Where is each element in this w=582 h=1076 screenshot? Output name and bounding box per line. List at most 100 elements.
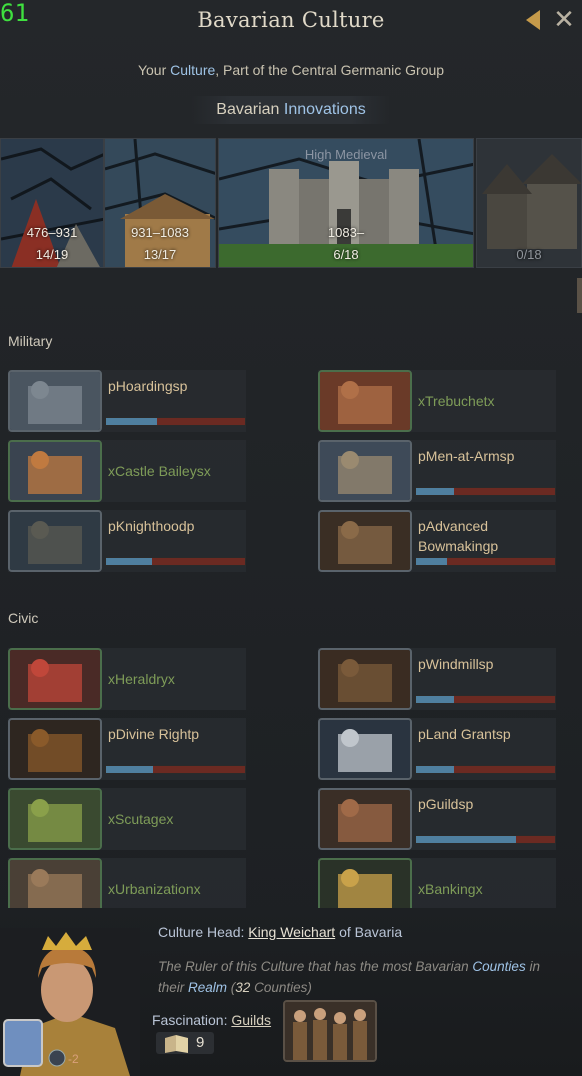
culture-subtitle: Your Culture, Part of the Central German… bbox=[0, 62, 582, 78]
subtitle-prefix: Your bbox=[137, 62, 171, 78]
fascination-line: Fascination: Guilds bbox=[152, 1012, 271, 1028]
innovation-card[interactable]: pAdvanced Bowmakingp bbox=[318, 510, 556, 572]
era-early-medieval-count: 13/17 bbox=[143, 247, 177, 262]
innovations-heading-culture: Bavarian bbox=[216, 101, 284, 118]
innovation-name: pKnighthoodp bbox=[108, 518, 195, 534]
innovation-card[interactable]: pWindmillsp bbox=[318, 648, 556, 710]
era-early-medieval[interactable]: 931–1083 13/17 bbox=[104, 138, 216, 268]
innovation-card[interactable]: xTrebuchetx bbox=[318, 370, 556, 432]
innovation-progress-fill bbox=[106, 418, 158, 425]
innovation-icon bbox=[8, 648, 102, 710]
era-tribal-count: 14/19 bbox=[35, 247, 69, 262]
innovation-progress-fill bbox=[106, 558, 152, 565]
innovation-name: xScutagex bbox=[108, 811, 174, 827]
innovation-card[interactable]: pHoardingsp bbox=[8, 370, 246, 432]
era-tribal[interactable]: 476–931 14/19 bbox=[0, 138, 104, 268]
innovation-progress-bar bbox=[415, 487, 556, 496]
innovation-progress-fill bbox=[416, 836, 517, 843]
innovation-progress-bar bbox=[415, 835, 556, 844]
culture-head-description: The Ruler of this Culture that has the m… bbox=[158, 956, 558, 998]
innovation-progress-bar bbox=[105, 417, 246, 426]
desc-part-4: Counties) bbox=[250, 980, 312, 995]
innovation-card[interactable]: xHeraldryx bbox=[8, 648, 246, 710]
innovation-progress-fill bbox=[106, 766, 154, 773]
innovation-name: xHeraldryx bbox=[108, 671, 175, 687]
innovation-card[interactable]: pKnighthoodp bbox=[8, 510, 246, 572]
innovation-progress-bar bbox=[415, 695, 556, 704]
desc-part-1: The Ruler of this Culture that has the m… bbox=[158, 959, 473, 974]
culture-head-label: Culture Head: bbox=[158, 924, 249, 940]
innovations-heading: Bavarian Innovations bbox=[192, 96, 390, 124]
innovation-icon bbox=[8, 440, 102, 502]
culture-link[interactable]: Culture bbox=[170, 62, 215, 78]
innovation-card[interactable]: pDivine Rightp bbox=[8, 718, 246, 780]
innovation-icon bbox=[8, 718, 102, 780]
era-high-medieval-count: 6/18 bbox=[333, 247, 359, 262]
innovations-link[interactable]: Innovations bbox=[284, 101, 366, 118]
desc-counties-link[interactable]: Counties bbox=[472, 959, 525, 974]
era-late-medieval-count: 0/18 bbox=[516, 247, 542, 262]
desc-realm-link[interactable]: Realm bbox=[188, 980, 227, 995]
era-early-medieval-range: 931–1083 bbox=[131, 225, 189, 240]
innovation-icon bbox=[318, 370, 412, 432]
panel-title: Bavarian Culture bbox=[197, 8, 385, 32]
innovation-name: xBankingx bbox=[418, 881, 483, 897]
back-arrow-icon[interactable] bbox=[526, 10, 540, 30]
scrollbar-thumb[interactable] bbox=[577, 278, 582, 313]
culture-panel: 61 Bavarian Culture ✕ Your Culture, Part… bbox=[0, 0, 582, 1076]
era-tribal-range: 476–931 bbox=[26, 225, 78, 240]
innovation-progress-bar bbox=[105, 765, 246, 774]
innovation-progress-bar bbox=[105, 557, 246, 566]
era-strip: 476–931 14/19 931–1083 13/17 High Mediev… bbox=[0, 138, 582, 272]
subtitle-suffix: , Part of the Central Germanic Group bbox=[215, 62, 445, 78]
fascination-label: Fascination: bbox=[152, 1012, 232, 1028]
innovation-progress-fill bbox=[416, 558, 447, 565]
close-icon[interactable]: ✕ bbox=[550, 6, 578, 34]
innovation-name: xUrbanizationx bbox=[108, 881, 201, 897]
innovation-icon bbox=[8, 788, 102, 850]
innovation-card[interactable]: xScutagex bbox=[8, 788, 246, 850]
innovation-card[interactable]: pLand Grantsp bbox=[318, 718, 556, 780]
innovation-card[interactable]: pGuildsp bbox=[318, 788, 556, 850]
innovation-name: xTrebuchetx bbox=[418, 393, 495, 409]
desc-county-count: 32 bbox=[235, 980, 251, 995]
learning-cost-value: 9 bbox=[196, 1034, 205, 1051]
innovation-icon bbox=[318, 788, 412, 850]
innovation-icon bbox=[8, 370, 102, 432]
era-high-medieval-range: 1083– bbox=[327, 225, 365, 240]
era-high-medieval[interactable]: High Medieval 1083– 6/18 bbox=[218, 138, 474, 268]
innovation-name: pDivine Rightp bbox=[108, 726, 200, 742]
innovation-icon bbox=[318, 718, 412, 780]
innovation-card[interactable]: xCastle Baileysx bbox=[8, 440, 246, 502]
innovation-name: pHoardingsp bbox=[108, 378, 188, 394]
fascination-guilds-image[interactable] bbox=[283, 1000, 377, 1062]
learning-cost: 9 bbox=[156, 1032, 214, 1054]
opinion-modifier: -2 bbox=[68, 1052, 79, 1066]
culture-head-line: Culture Head: King Weichart of Bavaria bbox=[158, 924, 402, 940]
era-late-medieval[interactable]: 0/18 bbox=[476, 138, 582, 268]
innovation-icon bbox=[8, 510, 102, 572]
innovation-name: pLand Grantsp bbox=[418, 726, 511, 742]
culture-head-realm[interactable]: Bavaria bbox=[355, 924, 402, 940]
culture-head-of: of bbox=[335, 924, 355, 940]
innovation-progress-fill bbox=[416, 488, 454, 495]
innovation-name: pGuildsp bbox=[418, 796, 474, 812]
innovation-card[interactable]: pMen-at-Armsp bbox=[318, 440, 556, 502]
section-civic: Civic bbox=[8, 610, 39, 626]
innovation-progress-fill bbox=[416, 696, 454, 703]
fascination-value[interactable]: Guilds bbox=[231, 1012, 271, 1028]
innovation-name: pAdvanced Bowmakingp bbox=[418, 518, 499, 554]
innovation-icon bbox=[318, 440, 412, 502]
innovation-name: xCastle Baileysx bbox=[108, 463, 211, 479]
innovation-progress-bar bbox=[415, 765, 556, 774]
innovation-name: pMen-at-Armsp bbox=[418, 448, 515, 464]
innovation-icon bbox=[318, 648, 412, 710]
innovation-progress-bar bbox=[415, 557, 556, 566]
innovation-icon bbox=[318, 510, 412, 572]
section-military: Military bbox=[8, 333, 53, 349]
innovation-progress-fill bbox=[416, 766, 454, 773]
book-icon bbox=[165, 1035, 188, 1053]
culture-head-name[interactable]: King Weichart bbox=[248, 924, 335, 940]
innovation-name: pWindmillsp bbox=[418, 656, 494, 672]
guilds-art bbox=[285, 1002, 375, 1060]
